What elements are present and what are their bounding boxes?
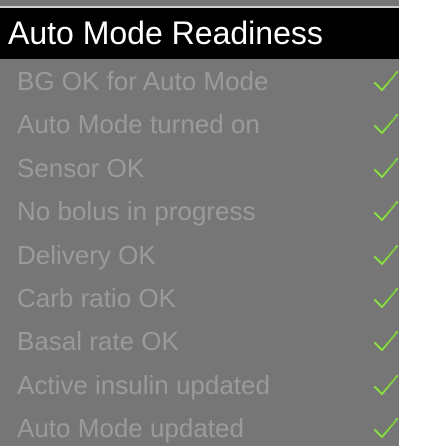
list-item-bg-ok: BG OK for Auto Mode [0,59,399,102]
check-icon [372,285,399,311]
check-icon [372,111,399,137]
title-bar: Auto Mode Readiness [0,6,399,59]
item-label: Basal rate OK [17,326,179,357]
check-icon [372,415,399,441]
check-icon [372,155,399,181]
item-label: Auto Mode updated [17,413,244,444]
list-item-active-insulin: Active insulin updated [0,363,399,406]
list-item-basal-rate: Basal rate OK [0,319,399,362]
list-item-carb-ratio: Carb ratio OK [0,276,399,319]
item-label: Auto Mode turned on [17,109,260,140]
item-label: No bolus in progress [17,196,256,227]
item-label: Active insulin updated [17,369,270,400]
list-item-auto-mode-on: Auto Mode turned on [0,102,399,145]
list-item-no-bolus: No bolus in progress [0,189,399,232]
list-item-auto-mode-updated: Auto Mode updated [0,406,399,446]
page-title: Auto Mode Readiness [8,15,323,51]
check-icon [372,68,399,94]
item-label: Carb ratio OK [17,282,176,313]
check-icon [372,372,399,398]
item-label: BG OK for Auto Mode [17,66,269,96]
list-item-delivery-ok: Delivery OK [0,233,399,276]
readiness-panel: Auto Mode Readiness BG OK for Auto Mode … [0,0,399,446]
check-icon [372,198,399,224]
item-label: Delivery OK [17,239,156,270]
item-label: Sensor OK [17,152,145,183]
check-icon [372,242,399,268]
pump-screen: Auto Mode Readiness BG OK for Auto Mode … [0,0,423,446]
check-icon [372,328,399,354]
list-item-sensor-ok: Sensor OK [0,146,399,189]
readiness-list: BG OK for Auto Mode Auto Mode turned on … [0,59,399,446]
